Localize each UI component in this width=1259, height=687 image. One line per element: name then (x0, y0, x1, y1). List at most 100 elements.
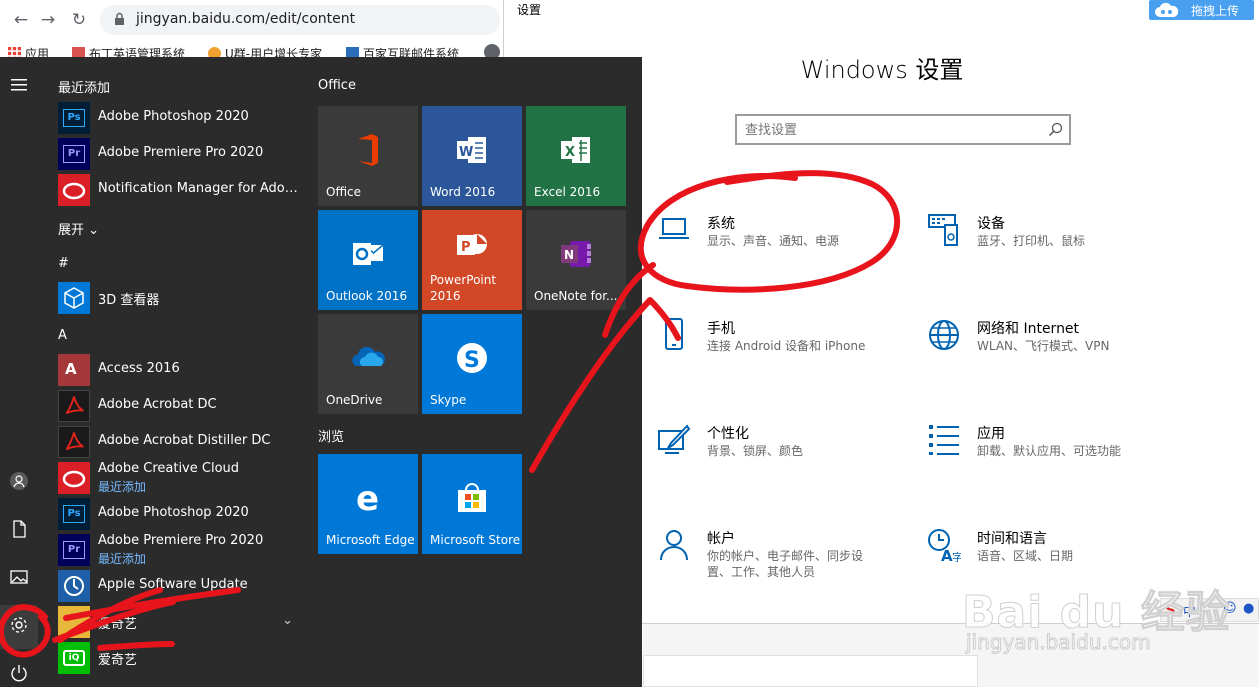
section-hash: # (58, 256, 69, 271)
app-item[interactable]: Adobe Creative Cloud 最近添加 (58, 461, 303, 495)
app-item[interactable]: Pr Adobe Premiere Pro 2020 (58, 137, 303, 171)
onenote-icon: N (561, 241, 591, 267)
reload-icon[interactable]: ↻ (68, 9, 90, 31)
globe-icon (929, 320, 959, 350)
tile-skype[interactable]: S Skype (422, 314, 522, 414)
tile-excel[interactable]: X Excel 2016 (526, 106, 626, 206)
tile-label: Outlook 2016 (326, 289, 408, 303)
svg-text:N: N (564, 248, 574, 262)
pictures-icon[interactable] (9, 567, 29, 587)
category-title: 时间和语言 (977, 531, 1047, 547)
app-item[interactable]: Apple Software Update (58, 569, 303, 603)
tile-word[interactable]: W Word 2016 (422, 106, 522, 206)
3d-viewer-icon (58, 282, 90, 314)
tile-label: Office (326, 185, 362, 199)
category-phone[interactable]: 手机 连接 Android 设备和 iPhone (657, 318, 897, 398)
start-rail (0, 57, 38, 687)
word-icon: W (457, 137, 486, 163)
tile-label: Excel 2016 (534, 185, 601, 199)
category-desc: 你的帐户、电子邮件、同步设置、工作、其他人员 (707, 549, 864, 579)
devices-icon (928, 214, 958, 246)
app-item[interactable]: Ps Adobe Photoshop 2020 (58, 101, 303, 135)
folder-icon (58, 606, 90, 638)
category-desc: 蓝牙、打印机、鼠标 (977, 234, 1086, 248)
category-accounts[interactable]: 帐户 你的帐户、电子邮件、同步设置、工作、其他人员 (657, 528, 897, 608)
app-list: 最近添加 Ps Adobe Photoshop 2020 Pr Adobe Pr… (38, 57, 303, 687)
category-system[interactable]: 系统 显示、声音、通知、电源 (657, 213, 897, 293)
app-item[interactable]: Adobe Acrobat Distiller DC (58, 425, 303, 459)
access-icon: A (58, 354, 90, 386)
hamburger-menu-icon[interactable] (9, 75, 29, 95)
edge-icon: e (356, 480, 379, 516)
app-item[interactable]: Pr Adobe Premiere Pro 2020 最近添加 (58, 533, 303, 567)
tile-onedrive[interactable]: OneDrive (318, 314, 418, 414)
category-personalization[interactable]: 个性化 背景、锁屏、颜色 (657, 423, 897, 503)
chevron-down-icon[interactable]: ⌄ (282, 613, 293, 628)
tile-edge[interactable]: e Microsoft Edge (318, 454, 418, 554)
tile-label: Skype (430, 393, 467, 407)
category-devices[interactable]: 设备 蓝牙、打印机、鼠标 (927, 213, 1167, 293)
tile-label: Microsoft Store (430, 533, 521, 547)
tile-office[interactable]: Office (318, 106, 418, 206)
tile-powerpoint[interactable]: P PowerPoint 2016 (422, 210, 522, 310)
category-desc: 语音、区域、日期 (977, 549, 1074, 563)
tile-label: OneDrive (326, 393, 383, 407)
outlook-icon (353, 243, 384, 265)
app-item[interactable]: Notification Manager for Adobe... (58, 173, 303, 207)
chevron-down-icon: ⌄ (88, 223, 100, 238)
app-item[interactable]: iQ 爱奇艺 (58, 641, 303, 675)
distiller-icon (58, 426, 90, 458)
phone-icon (665, 318, 683, 350)
category-title: 个性化 (707, 426, 749, 442)
user-avatar-icon[interactable] (9, 471, 29, 491)
app-name: Adobe Photoshop 2020 (98, 109, 249, 124)
svg-text:字: 字 (952, 550, 961, 562)
tile-store[interactable]: Microsoft Store (422, 454, 522, 554)
category-desc: 背景、锁屏、颜色 (707, 444, 804, 458)
apps-list-icon (929, 425, 959, 455)
store-icon (458, 483, 486, 512)
personalize-icon (658, 424, 691, 454)
category-desc: 卸载、默认应用、可选功能 (977, 444, 1122, 458)
skype-icon: S (457, 343, 487, 373)
back-arrow-icon[interactable]: ← (10, 9, 32, 31)
app-item[interactable]: A Access 2016 (58, 353, 303, 387)
app-item[interactable]: Ps Adobe Photoshop 2020 (58, 497, 303, 531)
tile-label: Microsoft Edge (326, 533, 415, 547)
creative-cloud-icon (58, 174, 90, 206)
app-name: Adobe Acrobat DC (98, 397, 217, 412)
category-network[interactable]: 网络和 Internet WLAN、飞行模式、VPN (927, 318, 1167, 398)
expand-label: 展开 (58, 223, 85, 238)
settings-search-input[interactable] (745, 120, 1035, 140)
app-folder[interactable]: 爱奇艺 ⌄ (58, 605, 303, 639)
app-item[interactable]: Adobe Acrobat DC (58, 389, 303, 423)
power-icon[interactable] (9, 663, 29, 683)
upload-button[interactable]: 拖拽上传 (1149, 0, 1254, 20)
settings-search-box[interactable] (735, 114, 1071, 145)
apple-update-icon (58, 570, 90, 602)
app-name: 3D 查看器 (98, 293, 160, 308)
svg-text:W: W (459, 145, 473, 160)
search-icon[interactable] (1048, 122, 1063, 137)
recent-header: 最近添加 (58, 81, 111, 96)
documents-icon[interactable] (9, 519, 29, 539)
app-name: Adobe Premiere Pro 2020 (98, 145, 264, 160)
forward-arrow-icon[interactable]: → (37, 9, 59, 31)
gear-icon[interactable] (9, 615, 29, 635)
category-apps[interactable]: 应用 卸载、默认应用、可选功能 (927, 423, 1167, 503)
office-icon (358, 134, 378, 166)
section-a: A (58, 328, 67, 343)
tile-outlook[interactable]: Outlook 2016 (318, 210, 418, 310)
address-bar[interactable]: jingyan.baidu.com/edit/content (100, 5, 500, 35)
expand-toggle[interactable]: 展开 ⌄ (58, 219, 99, 238)
editor-area (643, 655, 978, 687)
microphone-icon[interactable]: ● (1243, 601, 1254, 616)
tile-label: OneNote for... (534, 289, 618, 303)
tile-onenote[interactable]: N OneNote for... (526, 210, 626, 310)
category-desc: 连接 Android 设备和 iPhone (707, 339, 866, 353)
app-item[interactable]: 3D 查看器 (58, 281, 303, 315)
onedrive-icon (352, 346, 385, 366)
lock-icon (115, 12, 124, 25)
cloud-icon (1155, 2, 1179, 17)
category-title: 设备 (977, 216, 1005, 232)
